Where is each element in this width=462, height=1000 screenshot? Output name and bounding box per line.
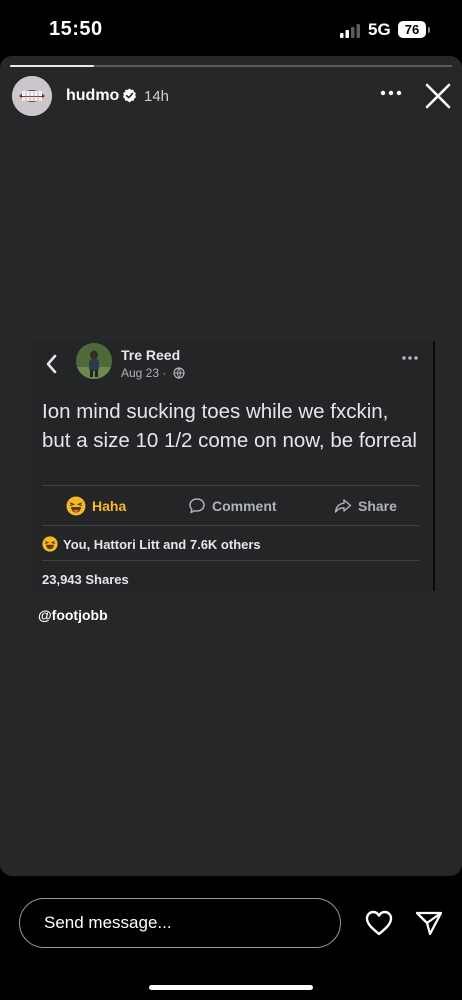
post-divider-middle [42, 525, 420, 526]
reaction-summary: You, Hattori Litt and 7.6K others [42, 534, 261, 554]
status-time: 15:50 [49, 18, 103, 40]
verified-icon [122, 88, 137, 103]
post-text: Ion mind sucking toes while we fxckin, b… [42, 400, 417, 452]
haha-icon [66, 496, 86, 516]
post-divider-bottom [42, 560, 420, 561]
avatar[interactable] [12, 76, 52, 116]
haha-label: Haha [92, 498, 127, 514]
reaction-haha-icon [42, 536, 58, 552]
battery-tip [428, 27, 430, 33]
more-icon[interactable] [378, 84, 404, 102]
post-author-avatar [76, 343, 112, 379]
home-indicator [149, 985, 313, 990]
reaction-summary-text: You, Hattori Litt and 7.6K others [63, 536, 261, 552]
comment-icon [189, 498, 205, 514]
heart-icon[interactable] [364, 909, 394, 937]
shared-post: Tre Reed Aug 23 · Ion mind sucking toes … [30, 341, 435, 591]
story-time-ago: 14h [144, 88, 170, 105]
story-card[interactable]: hudmo 14h Tre Reed Aug 23 · Ion mind suc… [0, 56, 462, 876]
network-label: 5G [368, 20, 391, 39]
signal-icon [340, 24, 360, 38]
send-icon[interactable] [414, 909, 444, 937]
haha-reaction: Haha [66, 493, 126, 519]
battery-indicator: 76 [398, 21, 426, 38]
share-icon [334, 499, 352, 513]
post-divider-top [42, 485, 420, 486]
comment-action: Comment [188, 493, 277, 519]
story-mention[interactable]: @footjobb [38, 607, 108, 623]
back-icon [46, 354, 57, 374]
close-icon[interactable] [424, 82, 452, 110]
status-bar: 15:50 5G 76 [0, 0, 462, 58]
post-date: Aug 23 · [121, 366, 167, 380]
share-count: 23,943 Shares [42, 572, 129, 587]
post-more-icon [402, 356, 418, 360]
share-action: Share [334, 493, 397, 519]
share-label: Share [358, 498, 397, 514]
post-author-name: Tre Reed [121, 347, 181, 363]
avatar-image [12, 76, 52, 116]
post-avatar-image [76, 343, 112, 379]
story-progress-bar [10, 65, 452, 67]
story-username[interactable]: hudmo [66, 87, 119, 105]
comment-label: Comment [212, 498, 277, 514]
globe-icon [173, 367, 185, 379]
story-progress-fill [10, 65, 94, 67]
send-message-input[interactable]: Send message... [19, 898, 341, 948]
